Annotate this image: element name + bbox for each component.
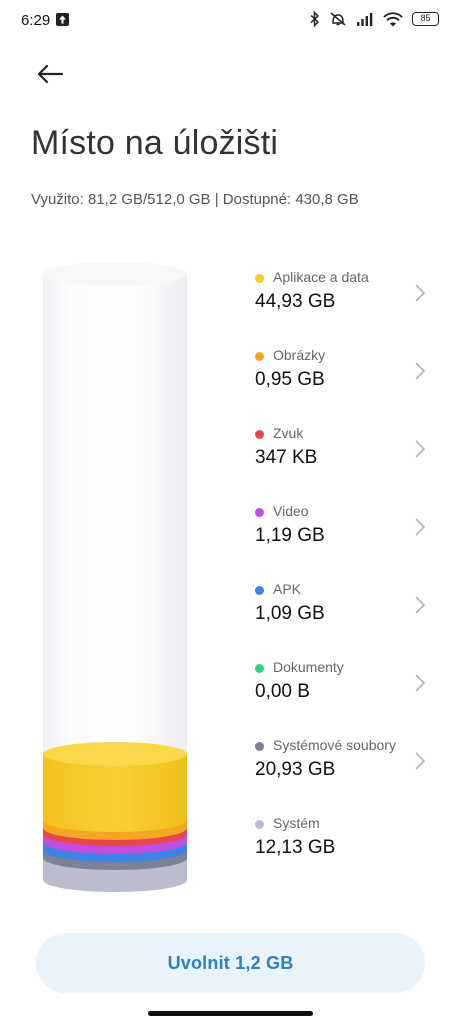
category-documents[interactable]: Dokumenty 0,00 B — [250, 656, 435, 734]
category-system-files[interactable]: Systémové soubory 20,93 GB — [250, 734, 435, 812]
bluetooth-icon — [310, 11, 320, 27]
category-size: 1,09 GB — [255, 603, 325, 624]
category-label: Zvuk — [273, 425, 304, 441]
back-button[interactable] — [32, 58, 68, 90]
category-size: 20,93 GB — [255, 759, 336, 780]
upload-icon — [56, 13, 69, 26]
category-system: Systém 12,13 GB — [250, 812, 435, 890]
category-label: Aplikace a data — [273, 269, 369, 285]
battery-icon: 85 — [412, 12, 439, 26]
category-color-dot — [255, 274, 264, 283]
chevron-right-icon — [415, 674, 426, 692]
category-color-dot — [255, 586, 264, 595]
battery-level: 85 — [420, 13, 431, 23]
arrow-left-icon — [37, 64, 64, 84]
segment-apps-top — [43, 742, 187, 766]
storage-cylinder — [43, 262, 187, 892]
category-size: 0,00 B — [255, 681, 310, 702]
usage-summary: Využito: 81,2 GB/512,0 GB | Dostupné: 43… — [31, 191, 359, 208]
page-title: Místo na úložišti — [31, 124, 279, 162]
category-color-dot — [255, 352, 264, 361]
category-size: 12,13 GB — [255, 837, 336, 858]
category-apk[interactable]: APK 1,09 GB — [250, 578, 435, 656]
category-video[interactable]: Video 1,19 GB — [250, 500, 435, 578]
chevron-right-icon — [415, 362, 426, 380]
category-color-dot — [255, 664, 264, 673]
chevron-right-icon — [415, 518, 426, 536]
category-label: Systém — [273, 815, 320, 831]
status-bar: 6:29 85 — [0, 0, 461, 44]
category-label: APK — [273, 581, 302, 597]
category-size: 347 KB — [255, 447, 318, 468]
category-label: Systémové soubory — [273, 737, 396, 753]
category-color-dot — [255, 742, 264, 751]
category-images[interactable]: Obrázky 0,95 GB — [250, 344, 435, 422]
category-color-dot — [255, 430, 264, 439]
free-up-space-button[interactable]: Uvolnit 1,2 GB — [36, 933, 425, 993]
wifi-icon — [383, 11, 403, 26]
category-label: Obrázky — [273, 347, 326, 363]
signal-icon — [357, 13, 373, 26]
mute-icon — [330, 12, 346, 26]
status-time: 6:29 — [21, 12, 51, 29]
storage-categories: Aplikace a data 44,93 GB Obrázky 0,95 GB… — [250, 266, 435, 890]
chevron-right-icon — [415, 752, 426, 770]
chevron-right-icon — [415, 440, 426, 458]
category-label: Dokumenty — [273, 659, 344, 675]
home-indicator[interactable] — [148, 1011, 313, 1016]
category-color-dot — [255, 508, 264, 517]
chevron-right-icon — [415, 596, 426, 614]
category-size: 1,19 GB — [255, 525, 325, 546]
cylinder-top — [43, 262, 187, 286]
category-size: 44,93 GB — [255, 291, 336, 312]
category-size: 0,95 GB — [255, 369, 325, 390]
status-icons: 85 — [310, 11, 439, 27]
chevron-right-icon — [415, 284, 426, 302]
category-apps-data[interactable]: Aplikace a data 44,93 GB — [250, 266, 435, 344]
category-label: Video — [273, 503, 309, 519]
category-audio[interactable]: Zvuk 347 KB — [250, 422, 435, 500]
category-color-dot — [255, 820, 264, 829]
